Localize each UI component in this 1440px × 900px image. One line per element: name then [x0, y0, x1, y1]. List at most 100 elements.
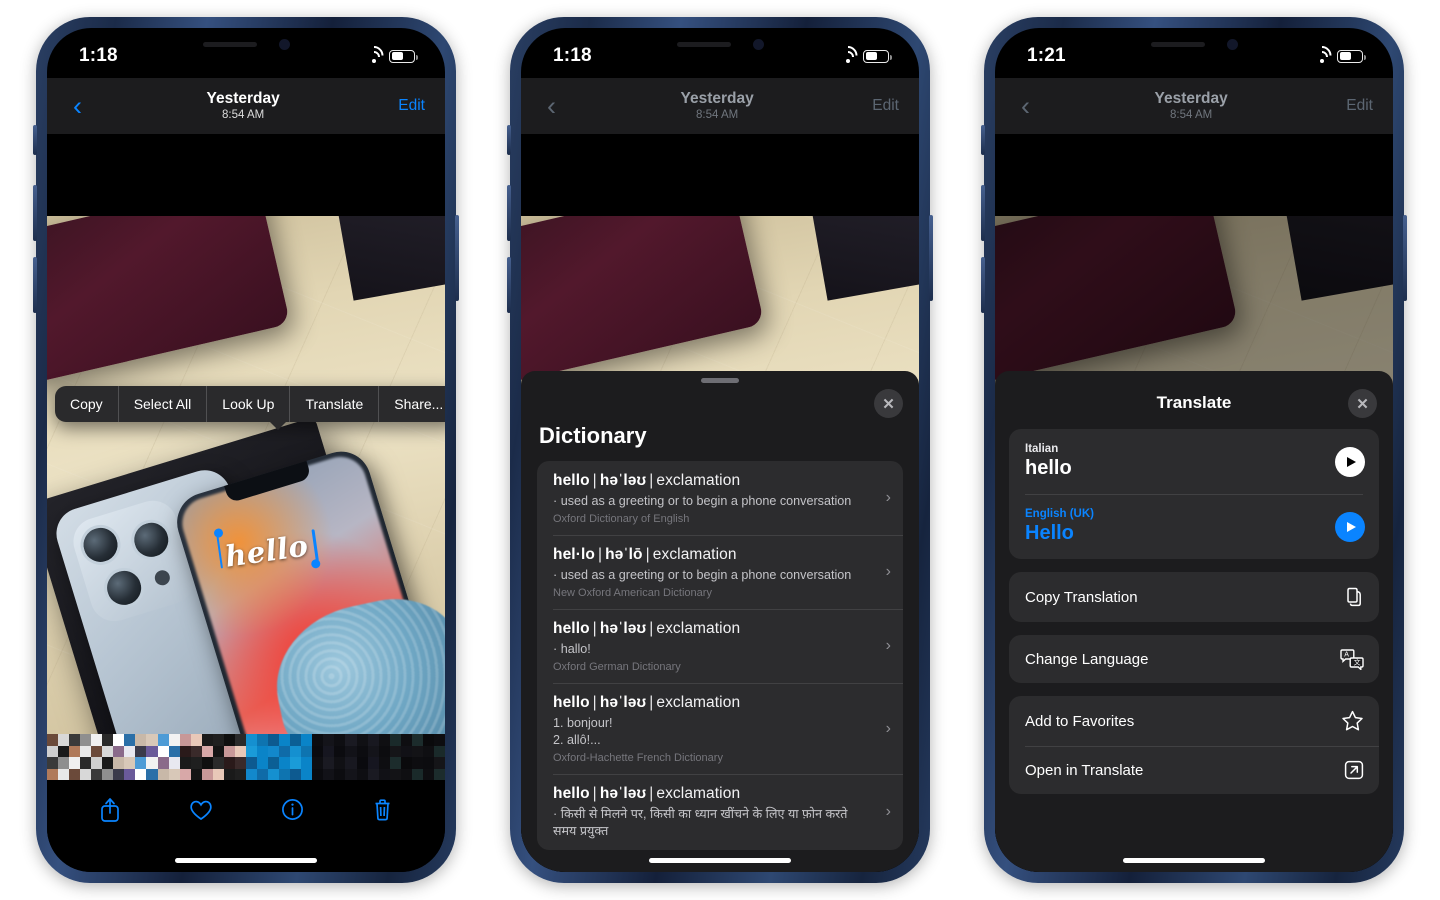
battery-icon — [1337, 49, 1366, 63]
entry-headline: hello | həˈləʊ | exclamation — [553, 785, 741, 802]
phone-2-dictionary-sheet: 1:18 ‹ Yesterday 8:54 AM Edit ✕ Dictiona… — [507, 17, 933, 883]
add-to-favorites-button[interactable]: Add to Favorites — [1009, 696, 1379, 746]
entry-pos: exclamation — [656, 620, 741, 637]
page-title: Yesterday — [206, 89, 280, 107]
thumbnail-item[interactable] — [378, 734, 445, 780]
silent-switch[interactable] — [33, 125, 37, 155]
dictionary-entry[interactable]: hello | həˈləʊ | exclamation · used as a gre… — [537, 461, 903, 535]
camera-flash — [152, 568, 172, 588]
home-indicator[interactable] — [649, 858, 791, 863]
entry-word: hello — [553, 620, 590, 637]
entry-source: Oxford German Dictionary — [553, 661, 681, 673]
photo-toolbar — [47, 782, 445, 842]
dictionary-sheet: ✕ Dictionary hello | həˈləʊ | exclamation · … — [521, 371, 919, 872]
dictionary-entry[interactable]: hello | həˈləʊ | exclamation · hallo! Oxford… — [537, 609, 903, 683]
action-label: Copy Translation — [1025, 588, 1138, 606]
change-language-button[interactable]: Change Language A 文 — [1009, 635, 1379, 683]
entry-definition: · किसी से मिलने पर, किसी का ध्यान खींचने… — [553, 807, 848, 838]
heart-icon[interactable] — [189, 799, 213, 826]
entry-definition: · used as a greeting or to begin a phone… — [553, 568, 852, 582]
context-menu-item-share[interactable]: Share... — [379, 386, 445, 422]
translation-card: Italian hello English (UK) Hello — [1009, 429, 1379, 559]
entry-word: hello — [553, 472, 590, 489]
photo-viewer-3: 8:00 ✕ Translate Italian hello — [995, 134, 1393, 872]
nav-title-block: Yesterday 8:54 AM — [681, 90, 754, 122]
front-camera — [278, 38, 290, 50]
power-button[interactable] — [929, 215, 933, 301]
entry-ipa: həˈləʊ — [599, 785, 647, 802]
back-button[interactable]: ‹ — [67, 91, 88, 122]
entry-ipa: həˈləʊ — [599, 472, 647, 489]
power-button[interactable] — [455, 215, 459, 301]
photo-image-1[interactable]: Swipe up to open hello — [47, 216, 445, 736]
info-icon[interactable] — [281, 798, 304, 826]
star-icon — [1340, 709, 1365, 733]
close-icon[interactable]: ✕ — [1348, 389, 1377, 418]
target-language-label: English (UK) — [1025, 508, 1094, 520]
power-button[interactable] — [1403, 215, 1407, 301]
translation-target-row: English (UK) Hello — [1009, 494, 1379, 559]
photo-thumbnail-strip[interactable] — [47, 734, 445, 780]
trash-icon[interactable] — [372, 798, 393, 827]
copy-icon — [1341, 585, 1365, 609]
silent-switch[interactable] — [507, 125, 511, 155]
context-menu-item-select-all[interactable]: Select All — [119, 386, 208, 422]
thumbnail-item[interactable] — [113, 734, 180, 780]
sheet-grabber[interactable] — [701, 378, 739, 383]
copy-translation-button[interactable]: Copy Translation — [1009, 572, 1379, 622]
play-icon[interactable] — [1335, 511, 1365, 542]
thumbnail-item[interactable] — [179, 734, 246, 780]
thumbnail-item[interactable] — [312, 734, 379, 780]
chevron-right-icon[interactable]: › — [886, 720, 891, 738]
chevron-right-icon[interactable]: › — [886, 637, 891, 655]
dictionary-entry[interactable]: hello | həˈləʊ | exclamation 1. bonjour! 2. … — [537, 683, 903, 774]
context-menu-item-look-up[interactable]: Look Up — [207, 386, 291, 422]
dictionary-entry[interactable]: hel·lo | həˈlō | exclamation · used as a gre… — [537, 535, 903, 609]
silent-switch[interactable] — [981, 125, 985, 155]
translate-sheet: ✕ Translate Italian hello English (UK) H… — [995, 371, 1393, 872]
volume-up-button[interactable] — [33, 185, 37, 241]
chevron-right-icon[interactable]: › — [886, 803, 891, 821]
status-indicators — [360, 42, 418, 69]
earpiece-speaker — [1150, 41, 1205, 47]
wifi-icon — [360, 42, 387, 69]
entry-pos: exclamation — [656, 694, 741, 711]
play-icon[interactable] — [1335, 446, 1365, 477]
home-indicator[interactable] — [175, 858, 317, 863]
open-external-icon — [1343, 759, 1365, 781]
chevron-right-icon[interactable]: › — [886, 563, 891, 581]
volume-up-button[interactable] — [507, 185, 511, 241]
open-in-translate-button[interactable]: Open in Translate — [1009, 746, 1379, 794]
home-indicator[interactable] — [1123, 858, 1265, 863]
volume-down-button[interactable] — [507, 257, 511, 313]
thumbnail-item[interactable] — [245, 734, 313, 780]
chevron-right-icon[interactable]: › — [886, 489, 891, 507]
target-text: Hello — [1025, 522, 1074, 544]
back-button[interactable]: ‹ — [541, 91, 562, 122]
notch — [634, 28, 806, 60]
sheet-title: Translate — [1156, 393, 1232, 412]
share-icon[interactable] — [99, 797, 121, 828]
edit-button[interactable]: Edit — [398, 97, 425, 115]
translation-source-row: Italian hello — [1009, 429, 1379, 494]
volume-up-button[interactable] — [981, 185, 985, 241]
source-text-block: Italian hello — [1025, 443, 1072, 480]
thumbnail-item[interactable] — [47, 734, 114, 780]
source-text: hello — [1025, 457, 1072, 479]
volume-down-button[interactable] — [981, 257, 985, 313]
dictionary-entry[interactable]: hello | həˈləʊ | exclamation · किसी से मिलने… — [537, 774, 903, 850]
edit-button[interactable]: Edit — [872, 97, 899, 115]
back-button[interactable]: ‹ — [1015, 91, 1036, 122]
text-context-menu[interactable]: Copy Select All Look Up Translate Share.… — [55, 386, 445, 430]
context-menu-item-copy[interactable]: Copy — [55, 386, 119, 422]
nav-bar-2: ‹ Yesterday 8:54 AM Edit — [521, 78, 919, 134]
entry-definition: 1. bonjour! 2. allô!... — [553, 716, 613, 747]
status-time: 1:18 — [553, 45, 592, 66]
entry-word: hello — [553, 785, 590, 802]
context-menu-item-translate[interactable]: Translate — [290, 386, 380, 422]
close-icon[interactable]: ✕ — [874, 389, 903, 418]
action-label: Open in Translate — [1025, 761, 1144, 779]
notch — [160, 28, 332, 60]
volume-down-button[interactable] — [33, 257, 37, 313]
edit-button[interactable]: Edit — [1346, 97, 1373, 115]
